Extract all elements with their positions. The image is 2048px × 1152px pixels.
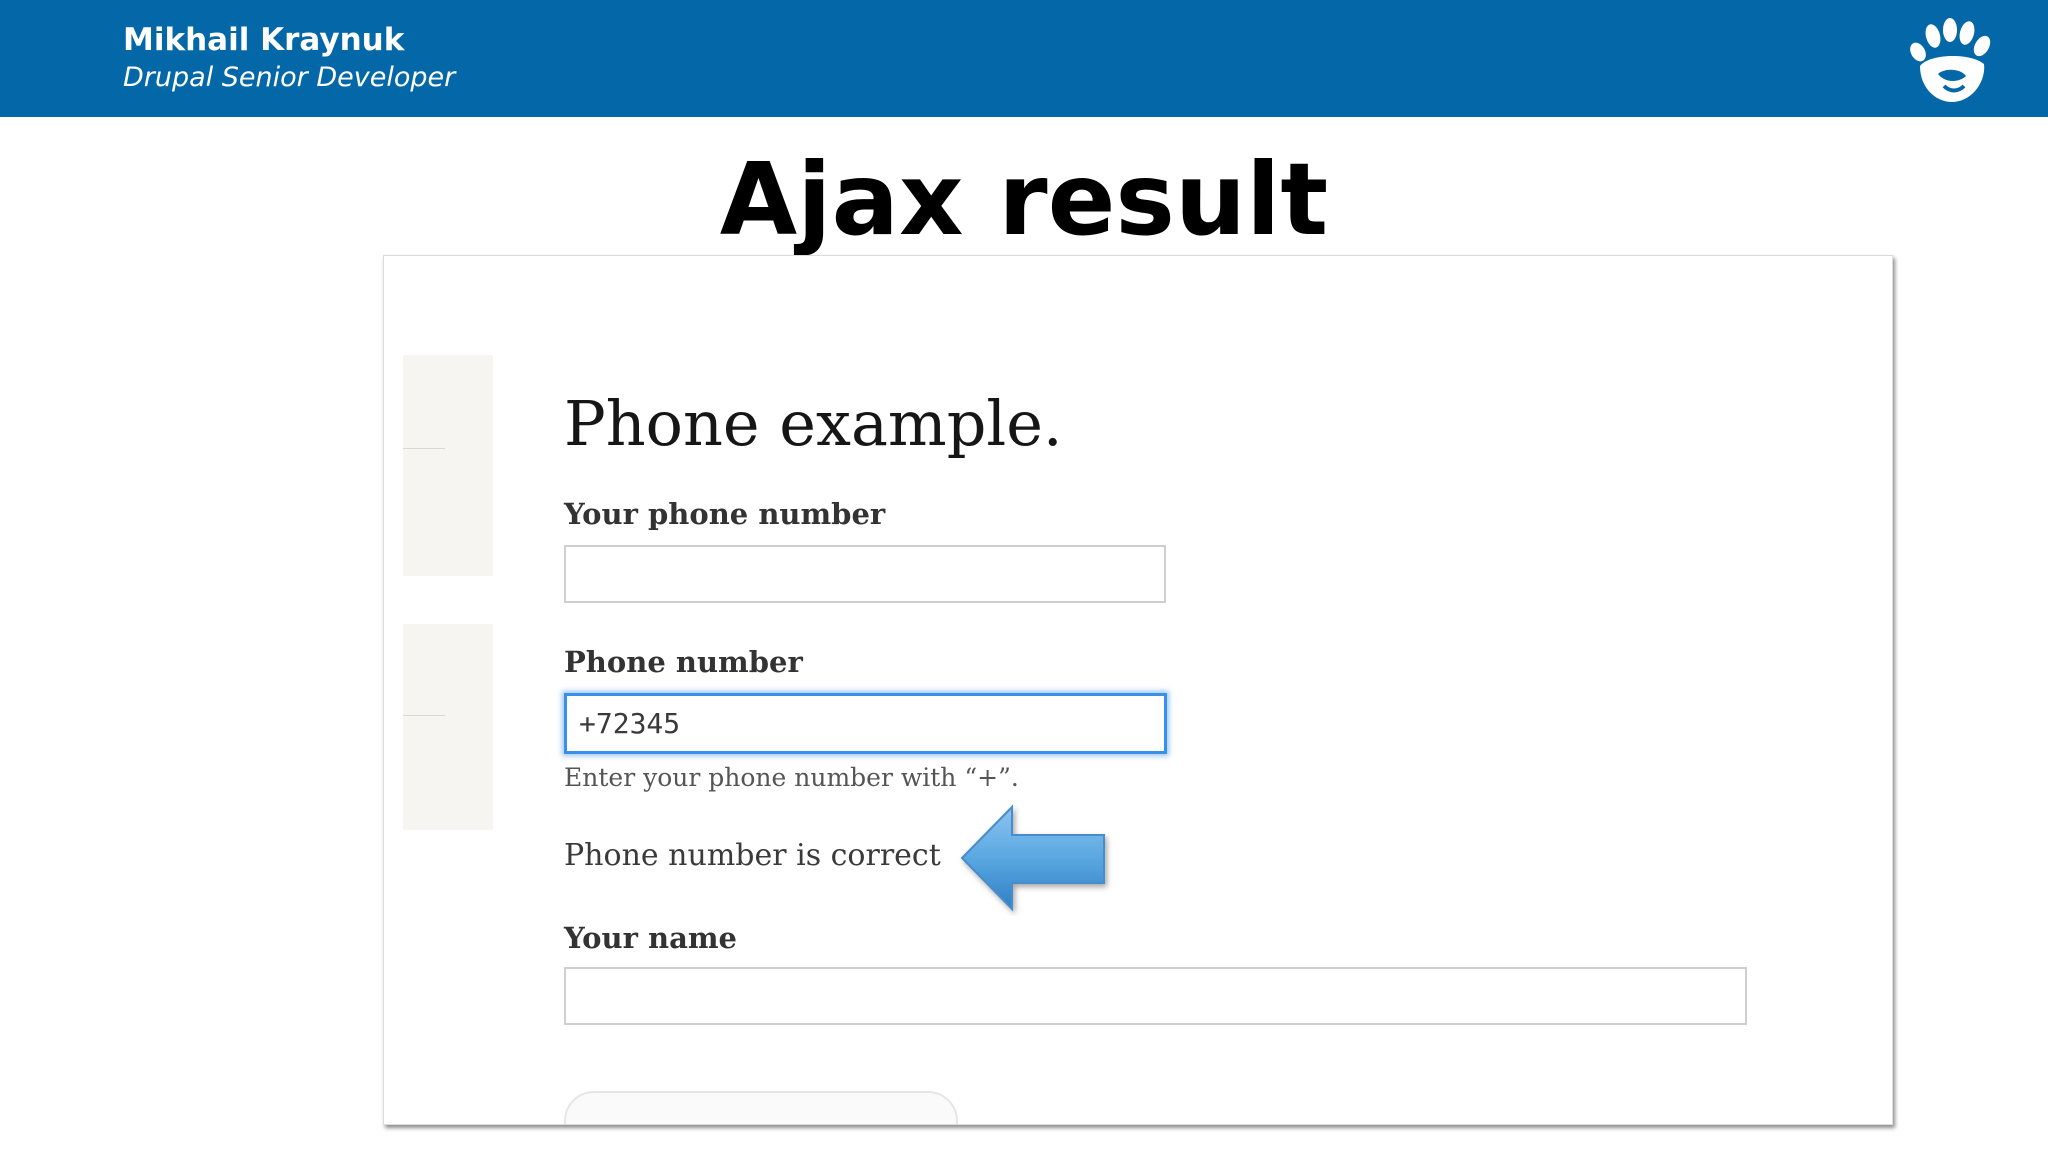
phone-number-label: Phone number — [564, 645, 803, 679]
presenter-role: Drupal Senior Developer — [123, 62, 456, 93]
bear-paw-logo-icon — [1910, 18, 1991, 103]
form-heading: Phone example. — [564, 387, 1063, 460]
sidebar-divider — [403, 448, 445, 449]
your-phone-input[interactable] — [564, 545, 1166, 603]
form-screenshot: Phone example. Your phone number Phone n… — [383, 255, 1893, 1125]
sidebar-block — [403, 355, 493, 576]
your-name-label: Your name — [564, 921, 737, 955]
left-arrow-icon — [960, 804, 1105, 912]
phone-number-input[interactable] — [564, 693, 1167, 754]
phone-number-description: Enter your phone number with “+”. — [564, 763, 1019, 792]
your-phone-label: Your phone number — [564, 497, 886, 531]
submit-button[interactable] — [564, 1091, 958, 1124]
sidebar-divider — [403, 715, 445, 716]
slide-header: Mikhail Kraynuk Drupal Senior Developer — [0, 0, 2048, 117]
sidebar-block — [403, 624, 493, 830]
slide-title: Ajax result — [719, 141, 1329, 258]
ajax-validation-message: Phone number is correct — [564, 838, 941, 873]
your-name-input[interactable] — [564, 967, 1747, 1025]
presenter-name: Mikhail Kraynuk — [123, 22, 405, 58]
